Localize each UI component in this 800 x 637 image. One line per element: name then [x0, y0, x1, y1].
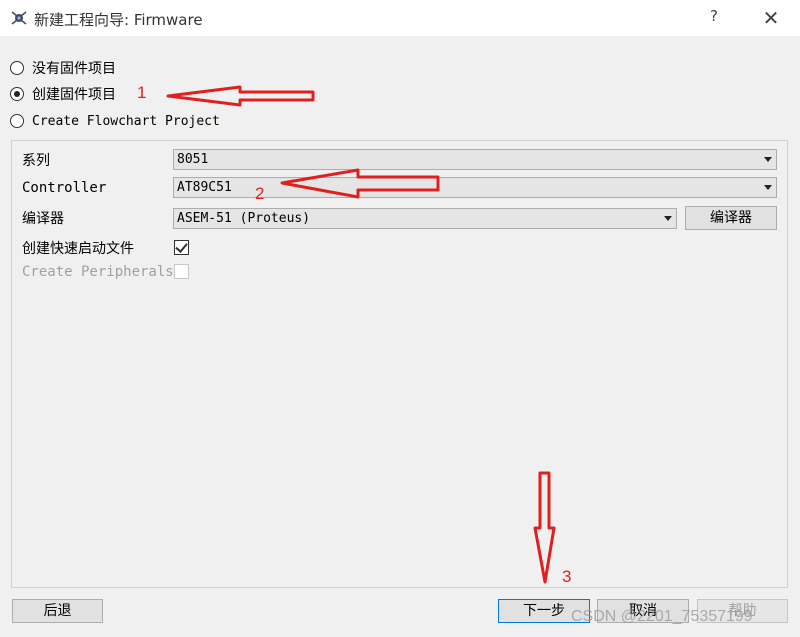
- annotation-arrow-1: [166, 85, 315, 107]
- annotation-arrow-2: [280, 168, 440, 199]
- annotation-number-2: 2: [255, 184, 265, 203]
- annotation-arrow-3: [533, 471, 556, 584]
- annotation-arrows: [166, 85, 556, 584]
- annotation-number-3: 3: [562, 567, 572, 586]
- annotation-number-1: 1: [137, 83, 147, 102]
- watermark: CSDN @2201_75357199: [571, 608, 753, 625]
